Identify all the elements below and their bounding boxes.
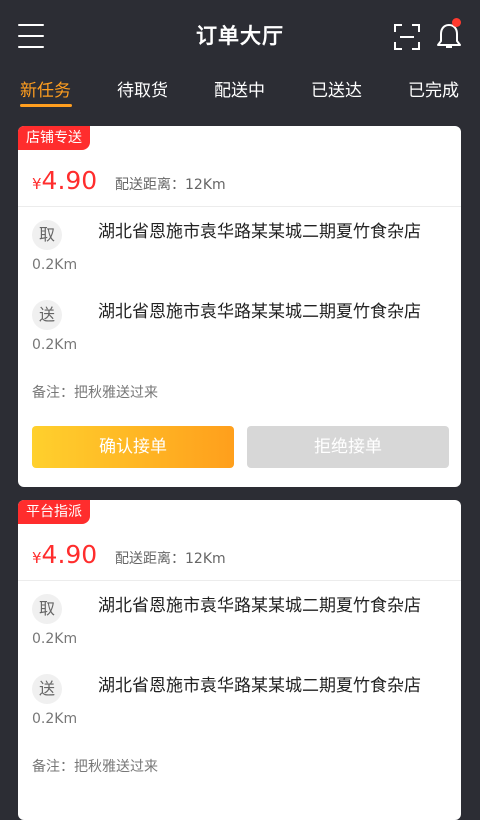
pickup-address: 湖北省恩施市袁华路某某城二期夏竹食杂店: [98, 596, 421, 616]
delivery-distance: 配送距离：12Km: [115, 177, 226, 193]
confirm-order-button[interactable]: 确认接单: [32, 426, 234, 468]
delivery-address: 湖北省恩施市袁华路某某城二期夏竹食杂店: [98, 302, 421, 322]
order-type-badge: 店铺专送: [18, 126, 90, 150]
pickup-distance: 0.2Km: [32, 257, 78, 273]
tab-delivered[interactable]: 已送达: [311, 76, 362, 101]
pickup-distance: 0.2Km: [32, 631, 78, 647]
reject-order-button[interactable]: 拒绝接单: [247, 426, 449, 468]
currency-symbol: ¥: [32, 549, 42, 567]
currency-symbol: ¥: [32, 175, 42, 193]
delivery-tag: 送: [32, 300, 62, 330]
pickup-tag: 取: [32, 220, 62, 250]
order-note: 备注：把秋雅送过来: [32, 385, 158, 401]
app-header: 订单大厅 新任务 待取货 配送中 已送达 已完成: [0, 0, 480, 108]
pickup-address: 湖北省恩施市袁华路某某城二期夏竹食杂店: [98, 222, 421, 242]
scan-icon[interactable]: [394, 24, 420, 50]
delivery-distance: 配送距离：12Km: [115, 551, 226, 567]
tab-new-tasks[interactable]: 新任务: [20, 76, 71, 101]
order-card[interactable]: 店铺专送 ¥4.90 配送距离：12Km 取 0.2Km 湖北省恩施市袁华路某某…: [18, 126, 461, 487]
divider: [18, 206, 461, 207]
tab-bar: 新任务 待取货 配送中 已送达 已完成: [0, 76, 480, 108]
price-value: 4.90: [41, 166, 98, 195]
delivery-tag: 送: [32, 674, 62, 704]
delivery-distance-value: 0.2Km: [32, 711, 78, 727]
price-value: 4.90: [41, 540, 98, 569]
order-price: ¥4.90: [32, 540, 97, 569]
order-type-badge: 平台指派: [18, 500, 90, 524]
order-note: 备注：把秋雅送过来: [32, 759, 158, 775]
divider: [18, 580, 461, 581]
pickup-tag: 取: [32, 594, 62, 624]
delivery-distance-value: 0.2Km: [32, 337, 78, 353]
active-tab-indicator: [20, 104, 72, 107]
order-card[interactable]: 平台指派 ¥4.90 配送距离：12Km 取 0.2Km 湖北省恩施市袁华路某某…: [18, 500, 461, 820]
delivery-address: 湖北省恩施市袁华路某某城二期夏竹食杂店: [98, 676, 421, 696]
tab-awaiting-pickup[interactable]: 待取货: [117, 76, 168, 101]
notification-dot: [452, 18, 461, 27]
order-price: ¥4.90: [32, 166, 97, 195]
tab-in-delivery[interactable]: 配送中: [214, 76, 265, 101]
tab-completed[interactable]: 已完成: [408, 76, 459, 101]
